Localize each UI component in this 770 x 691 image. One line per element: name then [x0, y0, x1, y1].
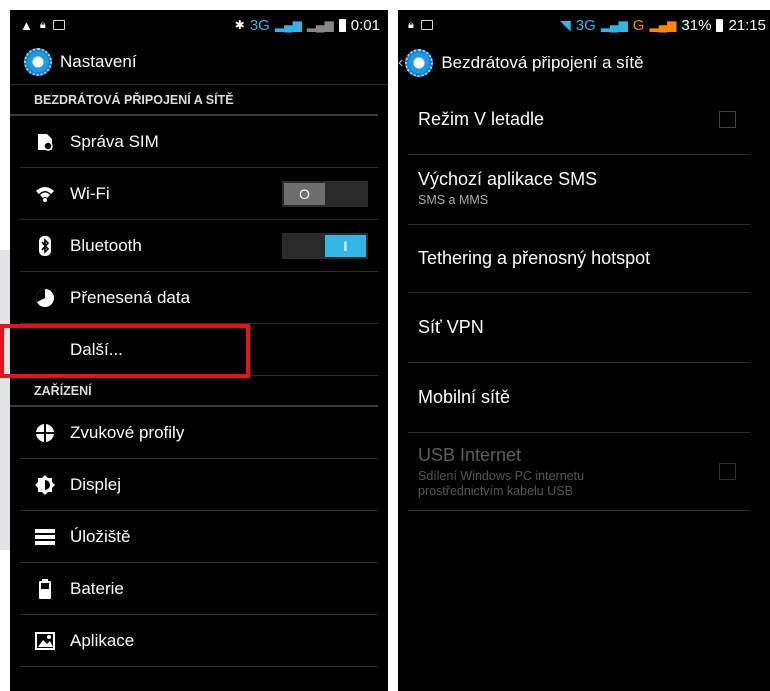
list-item-label: Další...: [70, 339, 123, 359]
list-item-title: Mobilní sítě: [418, 387, 511, 407]
list-item-label: Správa SIM: [70, 131, 159, 151]
page-title: Bezdrátová připojení a sítě: [441, 52, 644, 72]
list-item-wifi[interactable]: Wi-Fi O: [20, 168, 378, 220]
battery-icon: [34, 578, 56, 600]
list-item-storage[interactable]: Úložiště: [20, 511, 378, 563]
airplane-mode-checkbox[interactable]: [719, 110, 736, 128]
list-item-label: Přenesená data: [70, 287, 191, 307]
apps-icon: [34, 630, 56, 652]
bluetooth-status-icon: ✱: [234, 18, 245, 32]
list-item-label: Baterie: [70, 578, 124, 598]
wifi-status-icon: ◥: [560, 16, 571, 33]
status-bar: 🔒︎ ◥ 3G ▂▄▆ G ▂▄▆ 31% 21:15: [398, 10, 770, 40]
action-bar: Nastavení: [10, 40, 388, 85]
toggle-knob: I: [325, 234, 366, 257]
signal-icon: ▂▄▆: [600, 18, 628, 32]
list-item-more[interactable]: Další...: [20, 324, 378, 376]
battery-percent: 31%: [681, 16, 712, 34]
wireless-networks-screen: 🔒︎ ◥ 3G ▂▄▆ G ▂▄▆ 31% 21:15 ‹ Bezdrátová…: [398, 10, 770, 691]
action-bar: ‹ Bezdrátová připojení a sítě: [398, 40, 770, 85]
lock-icon: 🔒︎: [39, 18, 46, 31]
list-item-bluetooth[interactable]: Bluetooth I: [20, 220, 378, 272]
settings-gear-icon: [405, 48, 434, 77]
audio-profiles-icon: [34, 422, 56, 444]
battery-status-icon: [716, 18, 724, 32]
list-item-apps[interactable]: Aplikace: [20, 615, 378, 667]
list-item-sim[interactable]: Správa SIM: [20, 116, 378, 168]
section-header-wireless: BEZDRÁTOVÁ PŘIPOJENÍ A SÍTĚ: [10, 85, 378, 116]
list-item-label: Aplikace: [70, 630, 135, 650]
display-icon: [34, 474, 56, 496]
settings-gear-icon: [24, 48, 52, 76]
network-type-sim2: G: [632, 16, 645, 34]
network-type: 3G: [575, 16, 596, 34]
signal-sim2-icon: ▂▄▆: [306, 18, 334, 32]
list-item-label: Bluetooth: [70, 235, 142, 255]
list-item-label: Displej: [70, 474, 122, 494]
list-item-default-sms[interactable]: Výchozí aplikace SMS SMS a MMS: [408, 155, 750, 225]
section-header-device: ZAŘÍZENÍ: [10, 376, 378, 407]
signal-icon: ▂▄▆: [274, 18, 302, 32]
image-notification-icon: [420, 20, 433, 30]
list-item-subtitle: Sdílení Windows PC internetu prostřednic…: [418, 469, 585, 498]
list-item-title: Síť VPN: [418, 317, 484, 337]
toggle-knob: O: [284, 182, 325, 205]
list-item-display[interactable]: Displej: [20, 459, 378, 511]
wifi-icon: [34, 183, 56, 205]
data-usage-icon: [34, 287, 56, 309]
list-item-label: Wi-Fi: [70, 183, 110, 203]
list-item-mobile-networks[interactable]: Mobilní sítě: [408, 363, 750, 433]
list-item-audio-profiles[interactable]: Zvukové profily: [20, 407, 378, 459]
image-notification-icon: [52, 20, 65, 30]
wifi-toggle[interactable]: O: [282, 180, 368, 207]
list-item-title: Výchozí aplikace SMS: [418, 169, 598, 189]
list-item-tethering[interactable]: Tethering a přenosný hotspot: [408, 225, 750, 293]
list-item-battery[interactable]: Baterie: [20, 563, 378, 615]
list-item-data-usage[interactable]: Přenesená data: [20, 272, 378, 324]
list-item-subtitle: SMS a MMS: [418, 193, 489, 207]
list-item-title: USB Internet: [418, 445, 522, 465]
usb-internet-checkbox: [719, 462, 736, 480]
up-navigation[interactable]: ‹ Bezdrátová připojení a sítě: [398, 48, 644, 77]
list-item-title: Tethering a přenosný hotspot: [418, 248, 651, 268]
bluetooth-toggle[interactable]: I: [282, 232, 368, 259]
list-item-label: Úložiště: [70, 526, 131, 546]
back-chevron-icon: ‹: [398, 53, 404, 71]
clock: 0:01: [350, 16, 380, 34]
clock: 21:15: [728, 16, 766, 34]
list-item-airplane-mode[interactable]: Režim V letadle: [408, 85, 750, 155]
background-shape: [0, 250, 10, 550]
battery-status-icon: [338, 18, 346, 32]
list-item-title: Režim V letadle: [418, 109, 545, 129]
storage-icon: [34, 526, 56, 548]
status-bar: ▲ 🔒︎ ✱ 3G ▂▄▆ ▂▄▆ 0:01: [10, 10, 388, 40]
settings-home[interactable]: Nastavení: [24, 48, 137, 76]
network-type: 3G: [249, 16, 270, 34]
signal-sim2-icon: ▂▄▆: [649, 18, 677, 32]
lock-icon: 🔒︎: [408, 18, 414, 31]
page-title: Nastavení: [60, 52, 137, 71]
list-item-label: Zvukové profily: [70, 422, 185, 442]
warning-icon: ▲: [20, 17, 33, 33]
sim-settings-icon: [34, 131, 56, 153]
list-item-usb-internet: USB Internet Sdílení Windows PC internet…: [408, 433, 750, 511]
list-item-vpn[interactable]: Síť VPN: [408, 293, 750, 363]
settings-screen: ▲ 🔒︎ ✱ 3G ▂▄▆ ▂▄▆ 0:01 Nastavení BEZDRÁT…: [10, 10, 388, 691]
bluetooth-icon: [34, 235, 56, 257]
